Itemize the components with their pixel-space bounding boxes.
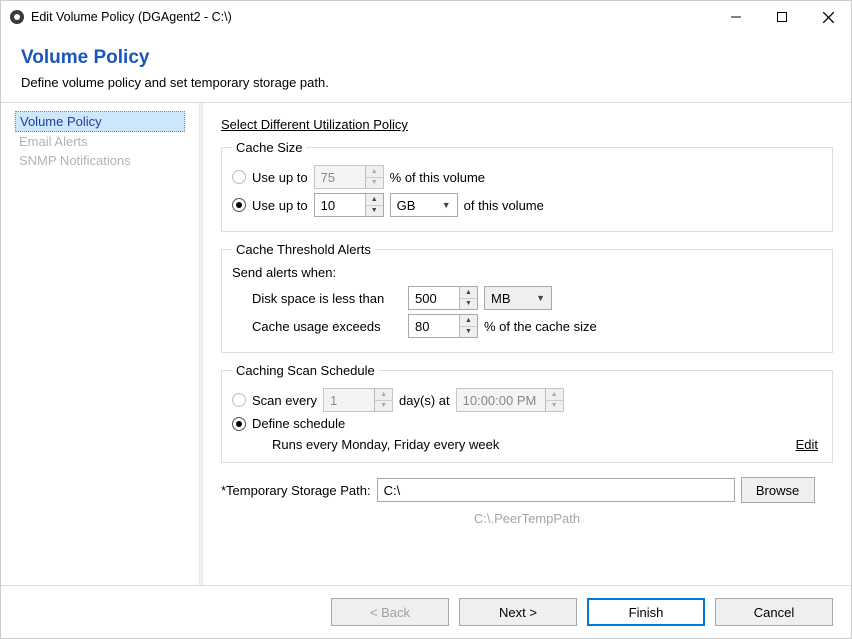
cache-percent-value: 75 xyxy=(315,170,365,185)
temp-path-row: *Temporary Storage Path: C:\ Browse xyxy=(221,477,833,503)
disk-alert-field[interactable]: 500 ▲▼ xyxy=(408,286,478,310)
cache-absolute-unit: GB xyxy=(397,198,416,213)
spinner-up-icon[interactable]: ▲ xyxy=(366,194,383,206)
usage-alert-suffix: % of the cache size xyxy=(484,319,597,334)
scan-every-label: Scan every xyxy=(252,393,317,408)
usage-alert-field[interactable]: 80 ▲▼ xyxy=(408,314,478,338)
scan-every-spinner: ▲▼ xyxy=(374,389,392,411)
spinner-down-icon: ▼ xyxy=(546,401,563,412)
alerts-legend: Cache Threshold Alerts xyxy=(232,242,375,257)
define-schedule-label: Define schedule xyxy=(252,416,345,431)
schedule-edit-link[interactable]: Edit xyxy=(796,437,818,452)
schedule-summary: Runs every Monday, Friday every week xyxy=(272,437,499,452)
scan-every-row: Scan every 1 ▲▼ day(s) at 10:00:00 PM ▲▼ xyxy=(232,388,822,412)
cache-absolute-spinner[interactable]: ▲▼ xyxy=(365,194,383,216)
usage-alert-value[interactable]: 80 xyxy=(409,319,459,334)
cache-absolute-label: Use up to xyxy=(252,198,308,213)
body: Volume Policy Email Alerts SNMP Notifica… xyxy=(1,103,851,585)
alerts-group: Cache Threshold Alerts Send alerts when:… xyxy=(221,242,833,353)
sidebar: Volume Policy Email Alerts SNMP Notifica… xyxy=(1,103,199,585)
cache-size-legend: Cache Size xyxy=(232,140,306,155)
spinner-up-icon: ▲ xyxy=(546,389,563,401)
disk-alert-unit: MB xyxy=(491,291,511,306)
chevron-down-icon: ▼ xyxy=(536,293,545,303)
sidebar-item-snmp-notifications: SNMP Notifications xyxy=(15,151,185,170)
back-button: < Back xyxy=(331,598,449,626)
scan-every-value: 1 xyxy=(324,393,374,408)
schedule-summary-row: Runs every Monday, Friday every week Edi… xyxy=(272,437,818,452)
spinner-down-icon[interactable]: ▼ xyxy=(366,206,383,217)
sidebar-item-volume-policy[interactable]: Volume Policy xyxy=(15,111,185,132)
temp-path-hint: C:\.PeerTempPath xyxy=(221,511,833,526)
cache-size-absolute-row: Use up to 10 ▲▼ GB ▼ of this volume xyxy=(232,193,822,217)
define-schedule-radio[interactable] xyxy=(232,417,246,431)
select-policy-link[interactable]: Select Different Utilization Policy xyxy=(221,117,408,132)
scan-every-field: 1 ▲▼ xyxy=(323,388,393,412)
scan-time-spinner: ▲▼ xyxy=(545,389,563,411)
cache-percent-field: 75 ▲▼ xyxy=(314,165,384,189)
schedule-group: Caching Scan Schedule Scan every 1 ▲▼ da… xyxy=(221,363,833,463)
footer: < Back Next > Finish Cancel xyxy=(1,585,851,638)
window-title: Edit Volume Policy (DGAgent2 - C:\) xyxy=(31,10,713,24)
disk-alert-value[interactable]: 500 xyxy=(409,291,459,306)
cache-size-percent-row: Use up to 75 ▲▼ % of this volume xyxy=(232,165,822,189)
scan-time-value: 10:00:00 PM xyxy=(457,393,545,408)
alerts-intro: Send alerts when: xyxy=(232,265,822,280)
cache-percent-label: Use up to xyxy=(252,170,308,185)
spinner-down-icon: ▼ xyxy=(375,401,392,412)
cache-absolute-value[interactable]: 10 xyxy=(315,198,365,213)
header: Volume Policy Define volume policy and s… xyxy=(1,33,851,102)
spinner-down-icon[interactable]: ▼ xyxy=(460,299,477,310)
disk-alert-label: Disk space is less than xyxy=(252,291,402,306)
spinner-down-icon: ▼ xyxy=(366,178,383,189)
cache-absolute-suffix: of this volume xyxy=(464,198,544,213)
disk-alert-unit-combo[interactable]: MB ▼ xyxy=(484,286,552,310)
scan-every-unit: day(s) at xyxy=(399,393,450,408)
cancel-button[interactable]: Cancel xyxy=(715,598,833,626)
dialog-window: Edit Volume Policy (DGAgent2 - C:\) Volu… xyxy=(0,0,852,639)
page-title: Volume Policy xyxy=(21,47,831,69)
finish-button[interactable]: Finish xyxy=(587,598,705,626)
titlebar: Edit Volume Policy (DGAgent2 - C:\) xyxy=(1,1,851,33)
minimize-button[interactable] xyxy=(713,1,759,33)
cache-percent-spinner: ▲▼ xyxy=(365,166,383,188)
define-schedule-row: Define schedule xyxy=(232,416,822,431)
cache-absolute-radio[interactable] xyxy=(232,198,246,212)
browse-button[interactable]: Browse xyxy=(741,477,815,503)
window-buttons xyxy=(713,1,851,33)
cache-absolute-unit-combo[interactable]: GB ▼ xyxy=(390,193,458,217)
scan-time-field: 10:00:00 PM ▲▼ xyxy=(456,388,564,412)
temp-path-value[interactable]: C:\ xyxy=(384,483,401,498)
disk-alert-row: Disk space is less than 500 ▲▼ MB ▼ xyxy=(252,286,822,310)
temp-path-field[interactable]: C:\ xyxy=(377,478,735,502)
usage-alert-row: Cache usage exceeds 80 ▲▼ % of the cache… xyxy=(252,314,822,338)
usage-alert-label: Cache usage exceeds xyxy=(252,319,402,334)
disk-alert-spinner[interactable]: ▲▼ xyxy=(459,287,477,309)
cache-percent-suffix: % of this volume xyxy=(390,170,485,185)
temp-path-label: *Temporary Storage Path: xyxy=(221,483,371,498)
close-button[interactable] xyxy=(805,1,851,33)
usage-alert-spinner[interactable]: ▲▼ xyxy=(459,315,477,337)
spinner-up-icon: ▲ xyxy=(375,389,392,401)
spinner-down-icon[interactable]: ▼ xyxy=(460,327,477,338)
spinner-up-icon: ▲ xyxy=(366,166,383,178)
sidebar-item-email-alerts: Email Alerts xyxy=(15,132,185,151)
scan-every-radio[interactable] xyxy=(232,393,246,407)
maximize-button[interactable] xyxy=(759,1,805,33)
content: Select Different Utilization Policy Cach… xyxy=(203,103,851,585)
next-button[interactable]: Next > xyxy=(459,598,577,626)
app-icon xyxy=(9,9,25,25)
spinner-up-icon[interactable]: ▲ xyxy=(460,315,477,327)
chevron-down-icon: ▼ xyxy=(442,200,451,210)
page-subtitle: Define volume policy and set temporary s… xyxy=(21,75,831,90)
cache-absolute-field[interactable]: 10 ▲▼ xyxy=(314,193,384,217)
spinner-up-icon[interactable]: ▲ xyxy=(460,287,477,299)
cache-size-group: Cache Size Use up to 75 ▲▼ % of this vol… xyxy=(221,140,833,232)
cache-percent-radio[interactable] xyxy=(232,170,246,184)
schedule-legend: Caching Scan Schedule xyxy=(232,363,379,378)
